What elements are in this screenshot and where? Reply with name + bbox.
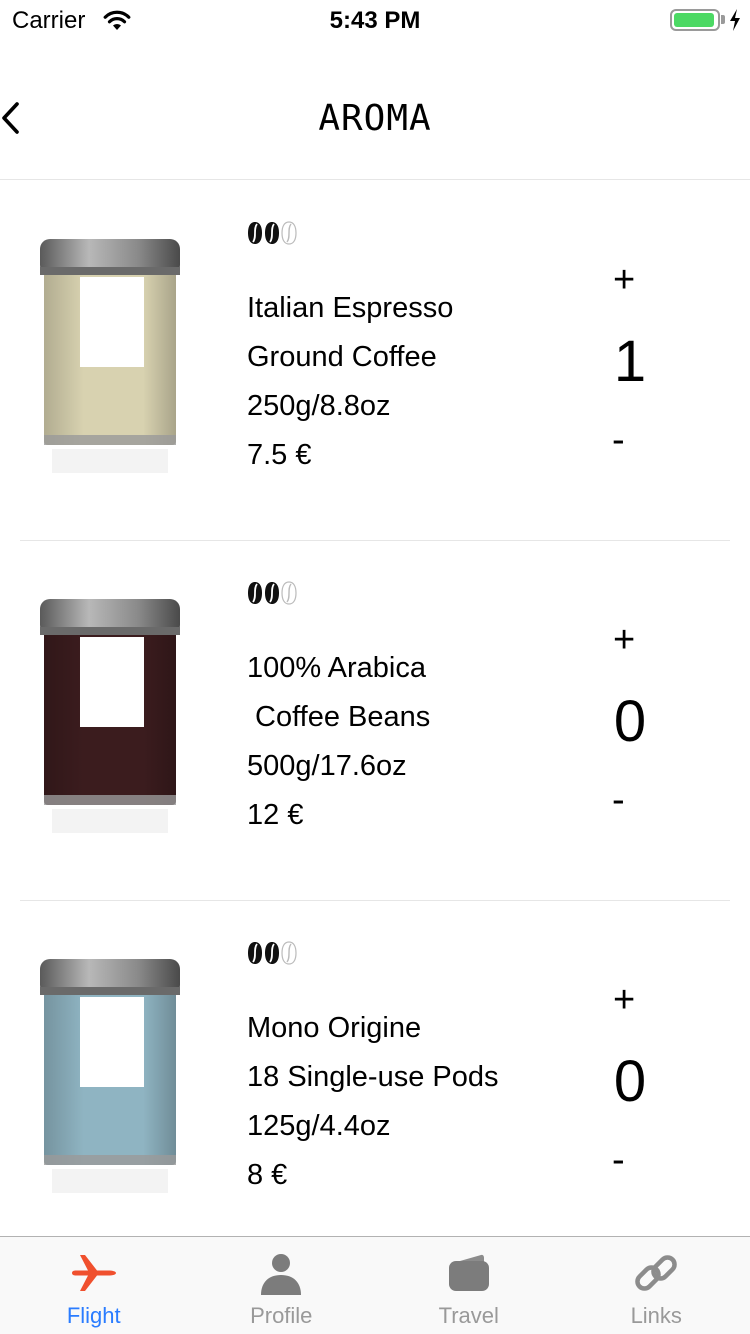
product-info: Italian Espresso Ground Coffee 250g/8.8oz 7… <box>247 221 577 480</box>
charging-bolt-icon <box>730 9 740 31</box>
tab-label: Profile <box>250 1303 313 1328</box>
airplane-icon <box>71 1255 116 1291</box>
coffee-bean-icon <box>281 221 297 245</box>
quantity-stepper[interactable]: +0- <box>600 615 670 821</box>
coffee-bean-icon <box>265 222 279 244</box>
coffee-bean-icon <box>281 941 297 965</box>
decrement-button[interactable]: - <box>600 775 656 825</box>
intensity-rating <box>247 581 577 615</box>
increment-button[interactable]: + <box>600 615 656 665</box>
person-icon <box>261 1254 302 1295</box>
product-detail-line: 500g/17.6oz <box>247 750 407 782</box>
product-detail-line: 250g/8.8oz <box>247 390 391 422</box>
tab-bar: Flight Profile Travel Links <box>0 1236 750 1334</box>
tab-label: Links <box>630 1303 682 1328</box>
coffee-bean-icon <box>248 222 262 244</box>
status-bar: Carrier 5:43 PM <box>0 0 750 40</box>
coffee-bean-icon <box>265 942 279 964</box>
battery-fill <box>674 13 714 27</box>
navigation-bar: AROMA <box>0 40 750 180</box>
product-details: Mono Origine 18 Single-use Pods 125g/4.4oz… <box>247 1004 577 1200</box>
product-row[interactable]: Mono Origine 18 Single-use Pods 125g/4.4oz… <box>0 901 750 1261</box>
quantity-stepper[interactable]: +1- <box>600 255 670 461</box>
coffee-bean-icon <box>265 582 279 604</box>
quantity-value: 0 <box>613 689 647 754</box>
decrement-button[interactable]: - <box>600 1135 656 1185</box>
product-detail-line: Ground Coffee <box>247 341 437 373</box>
tab-profile[interactable]: Profile <box>188 1237 376 1334</box>
quantity-value: 0 <box>613 1049 647 1114</box>
product-info: Mono Origine 18 Single-use Pods 125g/4.4oz… <box>247 941 577 1200</box>
product-detail-line: 18 Single-use Pods <box>247 1061 499 1093</box>
tab-links[interactable]: Links <box>563 1237 750 1334</box>
product-list[interactable]: Italian Espresso Ground Coffee 250g/8.8oz 7… <box>0 181 750 1261</box>
product-detail-line: Coffee Beans <box>247 701 431 733</box>
product-image <box>40 959 180 1193</box>
quantity-value: 1 <box>613 329 647 394</box>
product-image <box>40 599 180 833</box>
intensity-rating <box>247 221 577 255</box>
product-detail-line: 100% Arabica <box>247 652 426 684</box>
product-details: 100% Arabica Coffee Beans 500g/17.6oz 12 € <box>247 644 577 840</box>
status-time: 5:43 PM <box>329 7 421 34</box>
wallet-icon <box>448 1254 489 1291</box>
product-detail-line: 8 € <box>247 1159 288 1191</box>
product-detail-line: Mono Origine <box>247 1012 422 1044</box>
coffee-bean-icon <box>248 942 262 964</box>
product-detail-line: 12 € <box>247 799 304 831</box>
product-row[interactable]: Italian Espresso Ground Coffee 250g/8.8oz 7… <box>0 181 750 541</box>
tab-travel[interactable]: Travel <box>375 1237 563 1334</box>
tab-flight[interactable]: Flight <box>0 1237 188 1334</box>
increment-button[interactable]: + <box>600 975 656 1025</box>
page-title: AROMA <box>318 98 432 139</box>
decrement-button[interactable]: - <box>600 415 656 465</box>
product-details: Italian Espresso Ground Coffee 250g/8.8oz 7… <box>247 284 577 480</box>
quantity-stepper[interactable]: +0- <box>600 975 670 1181</box>
product-info: 100% Arabica Coffee Beans 500g/17.6oz 12 € <box>247 581 577 840</box>
product-detail-line: 7.5 € <box>247 439 312 471</box>
tab-label: Travel <box>438 1303 499 1328</box>
increment-button[interactable]: + <box>600 255 656 305</box>
battery-cap <box>721 15 725 24</box>
coffee-bean-icon <box>248 582 262 604</box>
product-row[interactable]: 100% Arabica Coffee Beans 500g/17.6oz 12 €… <box>0 541 750 901</box>
intensity-rating <box>247 941 577 975</box>
battery-icon <box>670 9 720 31</box>
link-icon <box>635 1255 678 1291</box>
product-detail-line: 125g/4.4oz <box>247 1110 391 1142</box>
tab-label: Flight <box>66 1303 121 1328</box>
product-image <box>40 239 180 473</box>
coffee-bean-icon <box>281 581 297 605</box>
product-detail-line: Italian Espresso <box>247 292 454 324</box>
